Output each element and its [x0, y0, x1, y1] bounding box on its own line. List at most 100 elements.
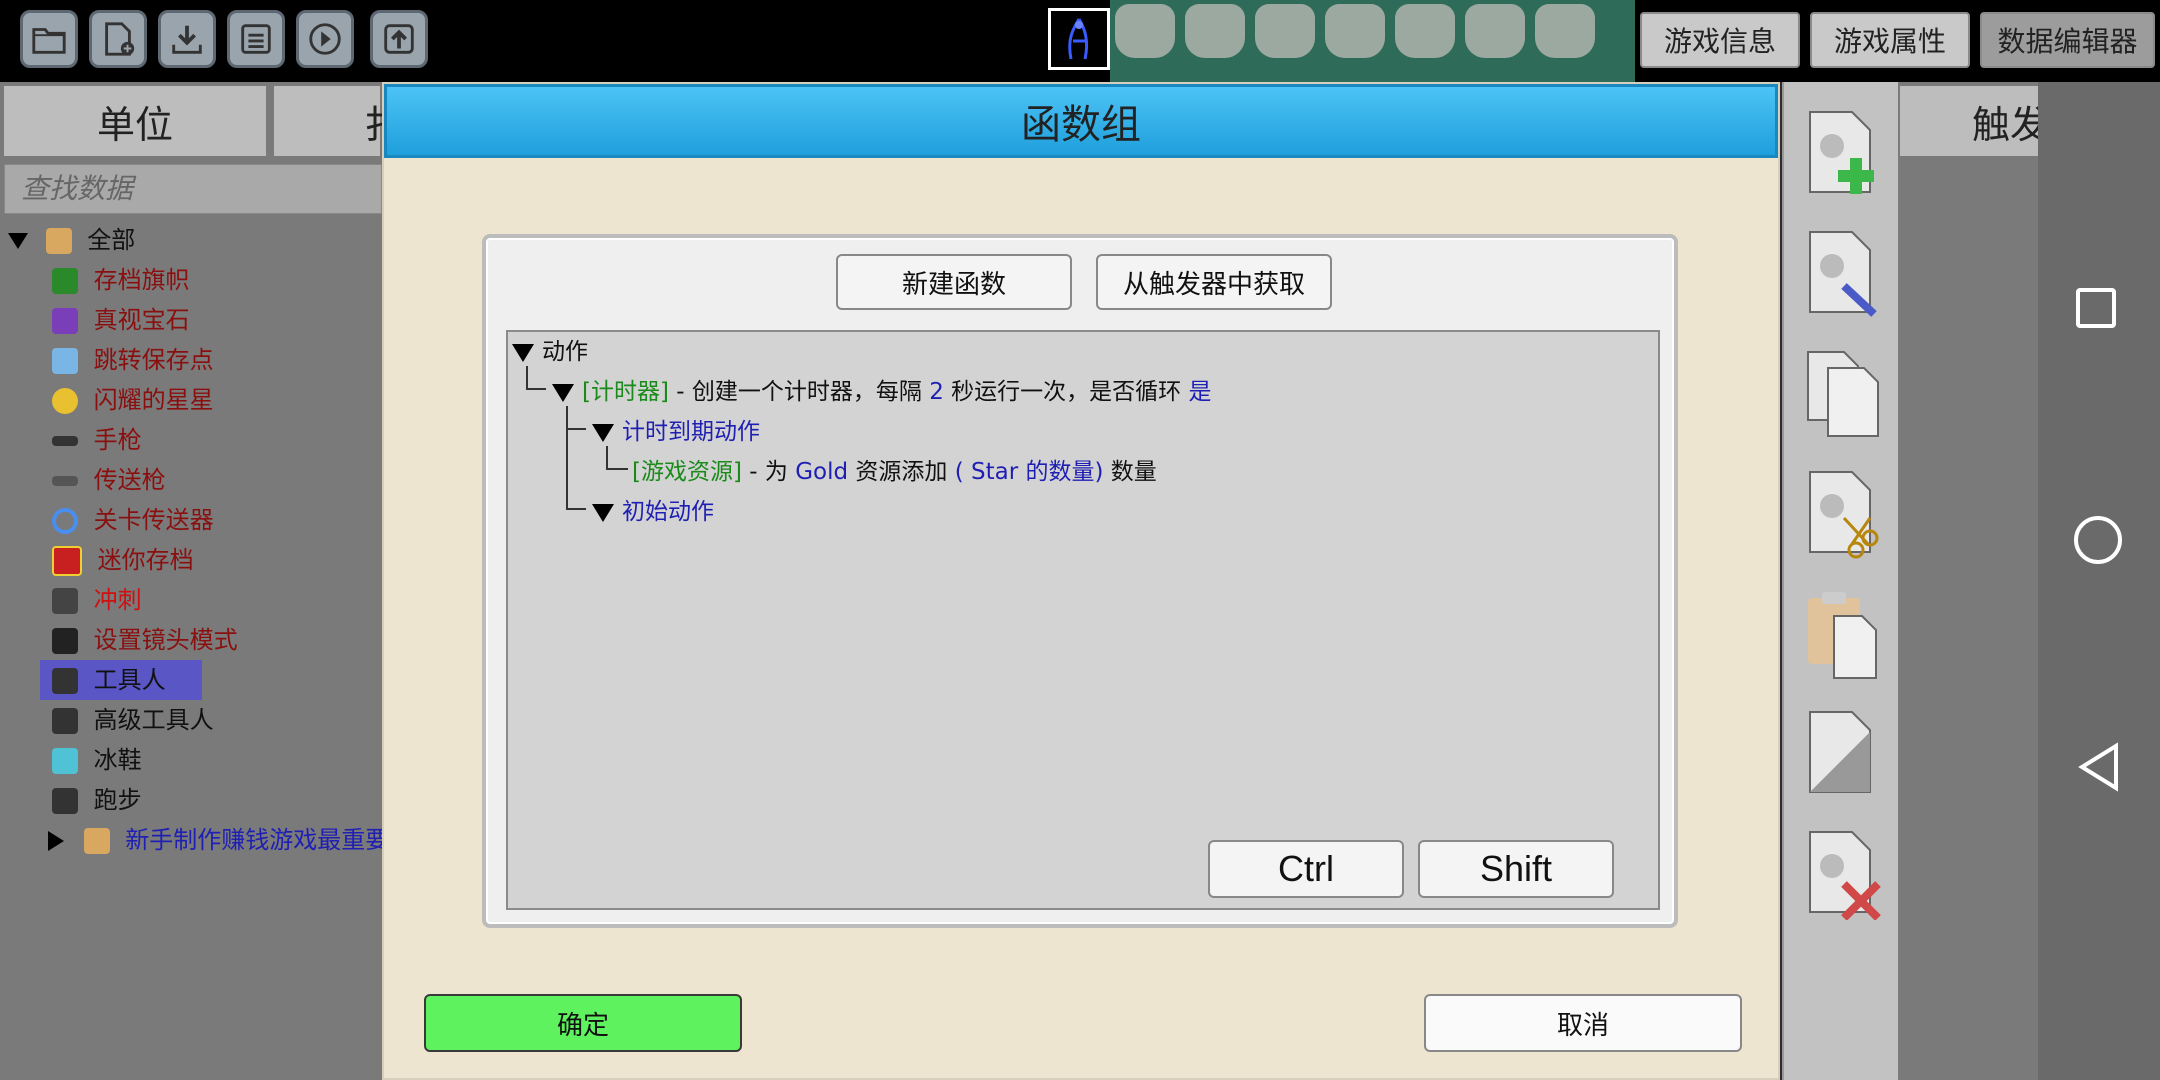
tree-item[interactable]: 设置镜头模式: [52, 620, 238, 660]
character-icon: [52, 668, 78, 694]
upload-icon[interactable]: [370, 10, 428, 68]
tree-item-all[interactable]: 全部: [8, 220, 135, 260]
tab-second[interactable]: 扌: [272, 84, 402, 158]
character-icon: [52, 708, 78, 734]
function-group-dialog: 函数组 新建函数 从触发器中获取 动作 [计时器] - 创建一个计时器，每隔 2…: [382, 82, 1780, 1080]
edit-file-icon[interactable]: [1804, 228, 1884, 320]
search-input[interactable]: 查找数据: [4, 164, 382, 214]
runner-icon: [52, 788, 78, 814]
copy-file-icon[interactable]: [1804, 348, 1884, 440]
new-function-button[interactable]: 新建函数: [836, 254, 1072, 310]
tab-units[interactable]: 单位: [2, 84, 268, 158]
mini-save-icon: [52, 546, 82, 576]
tree-item-label: 设置镜头模式: [93, 626, 238, 654]
cut-file-icon[interactable]: [1804, 468, 1884, 560]
function-panel: 新建函数 从触发器中获取 动作 [计时器] - 创建一个计时器，每隔 2 秒运行…: [482, 234, 1678, 928]
resource-amount-value[interactable]: ( Star 的数量): [955, 459, 1104, 485]
tree-item[interactable]: 存档旗帜: [52, 260, 190, 300]
tree-item[interactable]: 手枪: [52, 420, 142, 460]
tree-item-folder[interactable]: 新手制作赚钱游戏最重要: [48, 820, 389, 860]
tree-item-label: 新手制作赚钱游戏最重要: [125, 826, 390, 854]
home-icon[interactable]: [2074, 516, 2122, 564]
play-icon[interactable]: [296, 10, 354, 68]
tree-item-label: 工具人: [93, 666, 166, 694]
tree-item-label: 闪耀的星星: [93, 386, 214, 414]
tree-item[interactable]: 关卡传送器: [52, 500, 214, 540]
timer-text: - 创建一个计时器，每隔: [668, 379, 930, 405]
add-file-icon[interactable]: [1804, 108, 1884, 200]
tree-item[interactable]: 跳转保存点: [52, 340, 214, 380]
tree-item[interactable]: 真视宝石: [52, 300, 190, 340]
timer-tag: [计时器]: [582, 379, 669, 405]
data-tree: 全部 存档旗帜 真视宝石 跳转保存点 闪耀的星星 手枪 传送枪 关卡传送器 迷你…: [0, 220, 389, 1080]
action-root[interactable]: 动作: [512, 332, 588, 372]
tree-item-label: 跑步: [93, 786, 142, 814]
initial-action-label: 初始动作: [622, 499, 714, 525]
flag-icon: [52, 268, 78, 294]
dialog-title: 函数组: [384, 84, 1778, 158]
game-properties-button[interactable]: 游戏属性: [1810, 12, 1970, 68]
tree-item[interactable]: 闪耀的星星: [52, 380, 214, 420]
get-from-trigger-button[interactable]: 从触发器中获取: [1096, 254, 1332, 310]
tree-item[interactable]: 冲刺: [52, 580, 142, 620]
tree-item-label: 真视宝石: [93, 306, 190, 334]
resource-name-value[interactable]: Gold: [795, 459, 848, 485]
back-icon[interactable]: [2076, 742, 2120, 792]
action-tree: 动作 [计时器] - 创建一个计时器，每隔 2 秒运行一次，是否循环 是 计时到…: [506, 330, 1660, 910]
tree-item[interactable]: 高级工具人: [52, 700, 214, 740]
tree-item-label: 手枪: [93, 426, 142, 454]
resource-tag: [游戏资源]: [632, 459, 742, 485]
tree-item[interactable]: 冰鞋: [52, 740, 142, 780]
collapse-triangle-icon[interactable]: [592, 503, 614, 522]
trigger-toolbar: [1782, 82, 1898, 1080]
on-expire-label: 计时到期动作: [622, 419, 760, 445]
ice-skate-icon: [52, 748, 78, 774]
collapse-triangle-icon[interactable]: [512, 343, 534, 362]
cancel-button[interactable]: 取消: [1424, 994, 1742, 1052]
tree-item[interactable]: 传送枪: [52, 460, 166, 500]
star-icon: [52, 388, 78, 414]
timer-action-row[interactable]: [计时器] - 创建一个计时器，每隔 2 秒运行一次，是否循环 是: [552, 372, 1211, 412]
delete-file-icon[interactable]: [1804, 828, 1884, 921]
right-panel: 触发器: [1782, 82, 2160, 1080]
on-expire-row[interactable]: 计时到期动作: [592, 412, 760, 452]
tree-item[interactable]: 迷你存档: [52, 540, 194, 580]
left-panel: 单位 扌 查找数据 全部 存档旗帜 真视宝石 跳转保存点 闪耀的星星 手枪: [0, 82, 402, 1080]
ok-button[interactable]: 确定: [424, 994, 742, 1052]
resource-action-row[interactable]: [游戏资源] - 为 Gold 资源添加 ( Star 的数量) 数量: [632, 452, 1157, 492]
data-editor-button[interactable]: 数据编辑器: [1980, 12, 2155, 68]
save-icon[interactable]: [227, 10, 285, 68]
new-file-icon[interactable]: [89, 10, 147, 68]
timer-text: 秒运行一次，是否循环: [943, 379, 1189, 405]
collapse-triangle-icon[interactable]: [552, 383, 574, 402]
resource-text: 数量: [1103, 459, 1157, 485]
download-icon[interactable]: [158, 10, 216, 68]
tree-item-label: 冰鞋: [93, 746, 142, 774]
ctrl-button[interactable]: Ctrl: [1208, 840, 1404, 898]
folder-icon: [45, 228, 72, 254]
collapse-triangle-icon[interactable]: [8, 233, 28, 249]
shift-button[interactable]: Shift: [1418, 840, 1614, 898]
folder-icon[interactable]: [20, 10, 78, 68]
game-preview-strip: [1110, 0, 1635, 82]
tree-item-label: 冲刺: [93, 586, 142, 614]
character-thumbnail[interactable]: [1048, 8, 1110, 70]
tree-item-label: 高级工具人: [93, 706, 214, 734]
tree-item-label: 存档旗帜: [93, 266, 190, 294]
gem-icon: [52, 308, 78, 334]
expand-triangle-icon[interactable]: [48, 831, 64, 851]
timer-loop-value[interactable]: 是: [1188, 379, 1211, 405]
paste-icon[interactable]: [1804, 588, 1884, 680]
tree-item-label: 迷你存档: [97, 546, 194, 574]
action-root-label: 动作: [542, 339, 588, 365]
tree-item-label: 关卡传送器: [93, 506, 214, 534]
system-nav-bar: [2038, 82, 2160, 1080]
timer-interval-value[interactable]: 2: [929, 379, 944, 405]
game-info-button[interactable]: 游戏信息: [1640, 12, 1800, 68]
collapse-triangle-icon[interactable]: [592, 423, 614, 442]
blank-file-icon[interactable]: [1804, 708, 1884, 800]
tree-item[interactable]: 跑步: [52, 780, 142, 820]
initial-action-row[interactable]: 初始动作: [592, 492, 714, 532]
recent-apps-icon[interactable]: [2076, 288, 2116, 328]
tree-item-selected[interactable]: 工具人: [40, 660, 202, 700]
